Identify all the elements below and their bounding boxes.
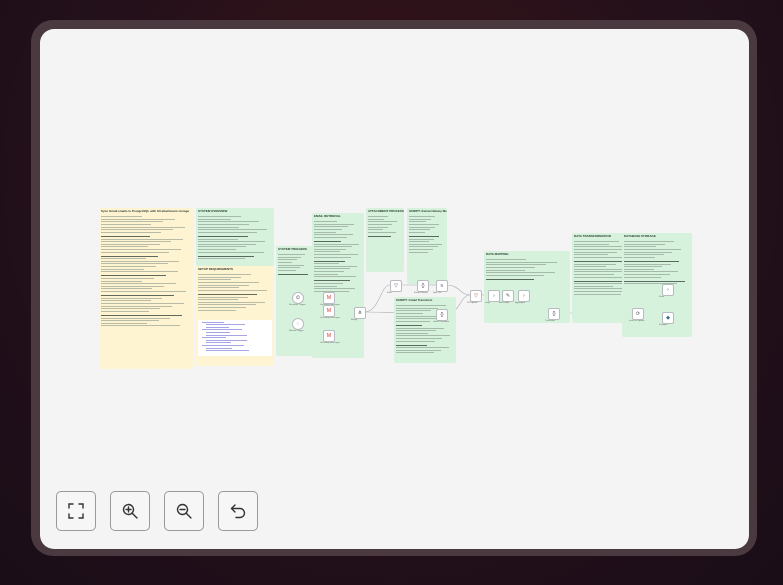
node-label: Split Out bbox=[433, 292, 442, 294]
sticky-note-email-retrieval[interactable]: EMAIL RETRIEVAL bbox=[312, 213, 364, 358]
refresh-icon: ⟳ bbox=[635, 310, 641, 317]
zoom-in-icon bbox=[122, 503, 138, 519]
sticky-note-gmail-transform[interactable]: SCRIPT: Gmail Transform bbox=[394, 297, 456, 363]
sticky-note-title: SCRIPT: Extract Binary Metadata bbox=[409, 209, 447, 213]
code-icon: {} bbox=[421, 282, 425, 289]
gmail-icon: M bbox=[326, 307, 332, 314]
node-code-2[interactable]: {} bbox=[436, 309, 448, 321]
sticky-note-binary[interactable]: SCRIPT: Extract Binary Metadata bbox=[407, 208, 447, 284]
node-label: Get many messages bbox=[320, 317, 341, 319]
node-elephant[interactable]: ◆ bbox=[662, 312, 674, 324]
node-set[interactable]: ✎ bbox=[502, 290, 514, 302]
node-filter[interactable]: ▽ bbox=[390, 280, 402, 292]
sticky-note-system-overview[interactable]: SYSTEM OVERVIEW bbox=[196, 208, 274, 266]
node-label: S3 Upload bbox=[467, 302, 478, 304]
zoom-out-icon bbox=[176, 503, 192, 519]
node-label: Done bbox=[659, 296, 665, 298]
node-gmail-1[interactable]: M bbox=[323, 292, 335, 304]
arrow-icon: › bbox=[523, 292, 525, 299]
merge-icon: ⋔ bbox=[357, 309, 363, 316]
node-aggregate[interactable]: › bbox=[518, 290, 530, 302]
gmail-icon: M bbox=[326, 332, 332, 339]
sticky-note-title: ATTACHMENT PROCESSING bbox=[368, 209, 404, 213]
code-icon: {} bbox=[552, 310, 556, 317]
split-icon: ≡ bbox=[440, 282, 444, 289]
filter-icon: ▽ bbox=[394, 282, 398, 289]
node-label: Get many messages bbox=[320, 342, 341, 344]
node-code-3[interactable]: {} bbox=[548, 308, 560, 320]
undo-button[interactable] bbox=[218, 491, 258, 531]
arrow-icon: › bbox=[667, 286, 669, 293]
workflow-canvas[interactable]: Sync Gmail emails to PostgreSQL with S3 … bbox=[40, 29, 749, 549]
sticky-note-overview[interactable]: Sync Gmail emails to PostgreSQL with S3 … bbox=[99, 208, 193, 369]
zoom-in-button[interactable] bbox=[110, 491, 150, 531]
gmail-icon: M bbox=[326, 294, 332, 301]
undo-icon bbox=[230, 504, 246, 519]
node-s3[interactable]: ▽ bbox=[470, 290, 482, 302]
node-gmail-2[interactable]: M bbox=[323, 305, 335, 317]
node-label: Merge bbox=[351, 319, 358, 321]
clock-icon: ⏲ bbox=[296, 294, 300, 301]
bucket-icon: ▽ bbox=[474, 292, 478, 299]
node-gmail-3[interactable]: M bbox=[323, 330, 335, 342]
pencil-icon: ✎ bbox=[505, 292, 511, 299]
sql-code-block bbox=[198, 320, 272, 356]
node-label: Extract Binary bbox=[414, 292, 428, 294]
postgres-icon: ◆ bbox=[666, 314, 670, 321]
fit-view-button[interactable] bbox=[56, 491, 96, 531]
node-schedule[interactable]: ⏲ bbox=[292, 292, 304, 304]
node-loop[interactable]: › bbox=[488, 290, 500, 302]
node-label: Manual Trigger bbox=[289, 330, 304, 332]
node-code-1[interactable]: {} bbox=[417, 280, 429, 292]
sticky-note-attachment[interactable]: ATTACHMENT PROCESSING bbox=[366, 208, 404, 272]
node-label: Loop bbox=[485, 302, 490, 304]
code-icon: {} bbox=[440, 311, 444, 318]
cursor-icon: ◌ bbox=[296, 320, 300, 327]
node-label: Filter bbox=[387, 292, 392, 294]
node-label: Schedule Trigger bbox=[289, 304, 306, 306]
node-label: Edit Fields bbox=[499, 302, 510, 304]
sticky-note-title: SYSTEM TRIGGERS bbox=[278, 247, 307, 251]
node-postgres[interactable]: ⟳ bbox=[632, 308, 644, 320]
fit-view-icon bbox=[68, 503, 84, 519]
node-manual[interactable]: ◌ bbox=[292, 318, 304, 330]
sticky-note-title: Sync Gmail emails to PostgreSQL with S3 … bbox=[101, 209, 190, 213]
arrow-icon: › bbox=[493, 292, 495, 299]
node-merge[interactable]: ⋔ bbox=[354, 307, 366, 319]
node-label: Insert or update bbox=[629, 320, 645, 322]
node-label: Transform bbox=[545, 320, 555, 322]
node-label: Postgres bbox=[659, 324, 668, 326]
zoom-out-button[interactable] bbox=[164, 491, 204, 531]
node-label: Aggregate bbox=[515, 302, 526, 304]
node-label: Gmail Transform bbox=[433, 321, 450, 323]
node-split[interactable]: ≡ bbox=[436, 280, 448, 292]
node-noop[interactable]: › bbox=[662, 284, 674, 296]
